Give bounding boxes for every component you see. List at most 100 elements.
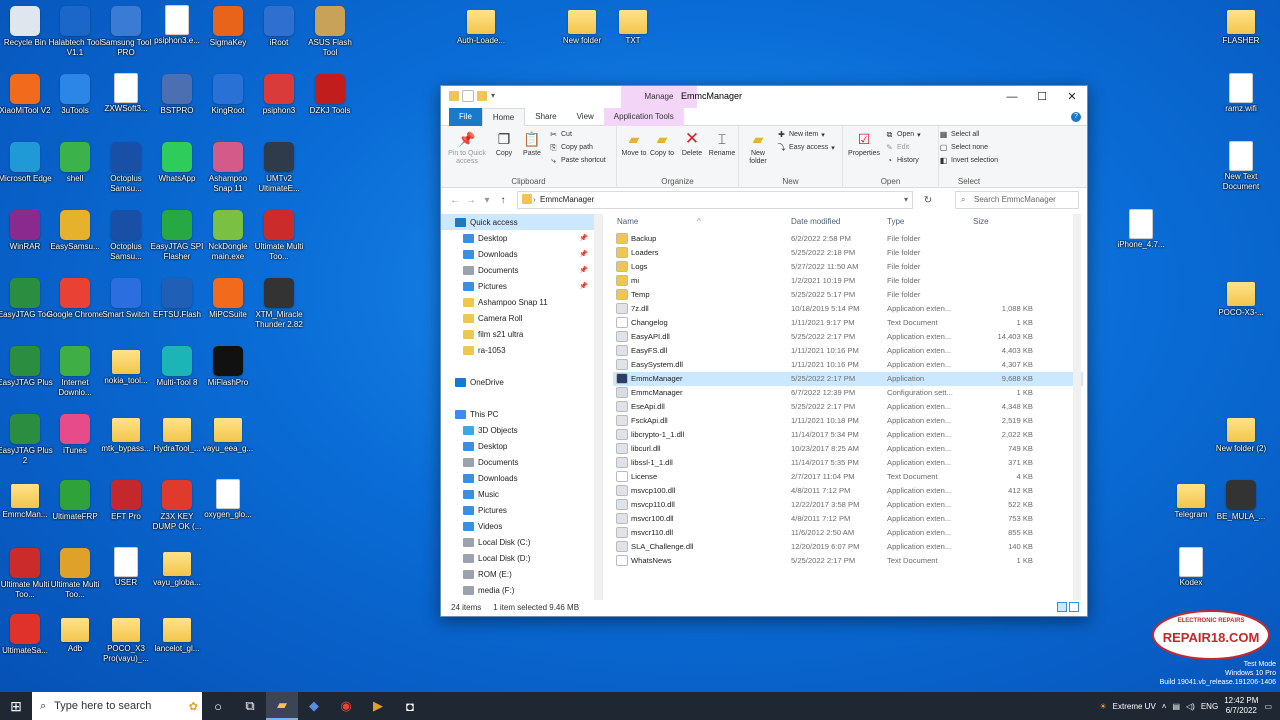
file-row[interactable]: Logs 5/27/2022 11:50 AM File folder xyxy=(613,260,1083,274)
maximize-button[interactable]: ☐ xyxy=(1027,86,1057,108)
file-row[interactable]: Loaders 5/25/2022 2:18 PM File folder xyxy=(613,246,1083,260)
task-view-button[interactable]: ⧉ xyxy=(234,692,266,720)
nav-item[interactable]: Local Disk (D:) xyxy=(441,550,602,566)
desktop-icon[interactable]: MiPCSuite xyxy=(199,278,257,342)
new-item-button[interactable]: ✚ New item ▾ xyxy=(777,130,825,139)
select-none-button[interactable]: ▢ Select none xyxy=(939,143,988,152)
tab-home[interactable]: Home xyxy=(481,107,526,126)
tab-view[interactable]: View xyxy=(567,108,604,126)
file-row[interactable]: EmmcManager 6/7/2022 12:39 PM Configuratio… xyxy=(613,386,1083,400)
desktop-icon[interactable]: Google Chrome xyxy=(46,278,104,342)
weather-text[interactable]: Extreme UV xyxy=(1113,702,1156,711)
taskbar-file-explorer[interactable]: ▰ xyxy=(266,692,298,720)
new-folder-button[interactable]: ▰ New folder xyxy=(743,130,773,166)
tab-file[interactable]: File xyxy=(449,107,482,126)
quick-access-toolbar[interactable]: ▾ xyxy=(449,91,501,101)
column-size[interactable]: Size xyxy=(973,217,989,226)
desktop-icon[interactable]: UltimateFRP xyxy=(46,480,104,544)
desktop-icon[interactable]: Octoplus Samsu... xyxy=(97,142,155,206)
file-explorer-window[interactable]: ▾ Manage EmmcManager — ☐ ✕ File Home Sha… xyxy=(440,85,1088,617)
desktop-icon[interactable]: oxygen_glo... xyxy=(199,480,257,544)
desktop-icon[interactable]: SigmaKey xyxy=(199,6,257,70)
edit-button[interactable]: ✎ Edit xyxy=(885,143,909,152)
help-icon[interactable]: ? xyxy=(1071,112,1081,122)
desktop-icon[interactable]: POCO-X3-... xyxy=(1212,278,1270,342)
rename-button[interactable]: ⌶ Rename xyxy=(707,130,737,158)
desktop-icon[interactable]: shell xyxy=(46,142,104,206)
file-row[interactable]: libcurl.dll 10/23/2017 8:25 AM Application… xyxy=(613,442,1083,456)
desktop-icon[interactable]: Samsung Tool PRO xyxy=(97,6,155,70)
desktop-icon[interactable]: New Text Document xyxy=(1212,142,1270,206)
desktop-icon[interactable]: ZXWSoft3... xyxy=(97,74,155,138)
desktop-icon[interactable]: Smart Switch xyxy=(97,278,155,342)
desktop-icon[interactable]: EFTSU.Flash xyxy=(148,278,206,342)
select-all-button[interactable]: ▦ Select all xyxy=(939,130,980,139)
chevron-down-icon[interactable]: ▾ xyxy=(491,91,501,101)
nav-item[interactable]: Ashampoo Snap 11 xyxy=(441,294,602,310)
forward-button[interactable]: → xyxy=(463,195,479,206)
open-button[interactable]: ⧉ Open ▾ xyxy=(885,130,921,139)
navigation-pane[interactable]: Quick access Desktop 📌 Downloads 📌 Documents 📌… xyxy=(441,214,603,600)
taskbar-chrome[interactable]: ◉ xyxy=(330,692,362,720)
desktop-icon[interactable]: psiphon3 xyxy=(250,74,308,138)
desktop-icon[interactable]: Ultimate Multi Too... xyxy=(46,548,104,612)
close-button[interactable]: ✕ xyxy=(1057,86,1087,108)
nav-item[interactable]: Videos xyxy=(441,518,602,534)
new-folder-icon[interactable] xyxy=(477,91,487,101)
cortana-button[interactable]: ○ xyxy=(202,692,234,720)
desktop-icon[interactable]: New folder xyxy=(553,6,611,70)
delete-button[interactable]: ✕ Delete xyxy=(679,130,705,158)
volume-icon[interactable]: ◁) xyxy=(1186,702,1195,711)
desktop-icon[interactable]: EasySamsu... xyxy=(46,210,104,274)
file-row[interactable]: EmmcManager 5/25/2022 2:17 PM Application 9… xyxy=(613,372,1083,386)
file-row[interactable]: msvcr110.dll 11/6/2012 2:50 AM Application… xyxy=(613,526,1083,540)
desktop-icon[interactable]: Halabtech Tool V1.1 xyxy=(46,6,104,70)
nav-item[interactable]: 3D Objects xyxy=(441,422,602,438)
desktop-icon[interactable]: BE_MULA_... xyxy=(1212,480,1270,544)
paste-button[interactable]: 📋 Paste xyxy=(519,130,545,158)
desktop-icon[interactable]: NckDongle main.exe xyxy=(199,210,257,274)
desktop-icon[interactable]: lancelot_gl... xyxy=(148,614,206,678)
desktop-icon[interactable]: KingRoot xyxy=(199,74,257,138)
nav-item[interactable]: Desktop 📌 xyxy=(441,230,602,246)
desktop-icon[interactable]: 3uTools xyxy=(46,74,104,138)
back-button[interactable]: ← xyxy=(447,195,463,206)
file-row[interactable]: libcrypto-1_1.dll 11/14/2017 5:34 PM Appli… xyxy=(613,428,1083,442)
desktop-icon[interactable]: Adb xyxy=(46,614,104,678)
desktop-icon[interactable]: BSTPRO xyxy=(148,74,206,138)
refresh-icon[interactable]: ↻ xyxy=(919,195,937,206)
nav-item[interactable]: Downloads xyxy=(441,470,602,486)
file-list-scrollbar[interactable] xyxy=(1073,214,1081,600)
taskbar-search[interactable]: ⌕ Type here to search ✿ xyxy=(32,692,202,720)
language-indicator[interactable]: ENG xyxy=(1201,702,1218,711)
file-row[interactable]: Temp 5/25/2022 5:17 PM File folder xyxy=(613,288,1083,302)
tab-application-tools[interactable]: Application Tools xyxy=(603,107,684,126)
desktop-icon[interactable]: EasyJTAG SPI Flasher xyxy=(148,210,206,274)
file-row[interactable]: EasyAPI.dll 5/25/2022 2:17 PM Application … xyxy=(613,330,1083,344)
taskbar-media[interactable]: ▶ xyxy=(362,692,394,720)
file-row[interactable]: WhatsNews 5/25/2022 2:17 PM Text Document 1… xyxy=(613,554,1083,568)
desktop-icon[interactable]: FLASHER xyxy=(1212,6,1270,70)
nav-item[interactable]: Desktop xyxy=(441,438,602,454)
network-icon[interactable]: ▤ xyxy=(1172,702,1180,711)
desktop-icon[interactable]: UMTv2 UltimateE... xyxy=(250,142,308,206)
chevron-down-icon[interactable]: ▾ xyxy=(904,192,908,208)
nav-item[interactable]: Documents 📌 xyxy=(441,262,602,278)
desktop-icon[interactable]: vayu_globa... xyxy=(148,548,206,612)
clock[interactable]: 12:42 PM 6/7/2022 xyxy=(1224,696,1258,716)
file-row[interactable]: License 2/7/2017 11:04 PM Text Document 4 K… xyxy=(613,470,1083,484)
nav-item[interactable]: ra-1053 xyxy=(441,342,602,358)
copy-button[interactable]: ❐ Copy xyxy=(491,130,517,158)
cut-button[interactable]: ✂ Cut xyxy=(549,130,572,139)
nav-item[interactable]: media (F:) xyxy=(441,582,602,598)
desktop-icon[interactable]: iTunes xyxy=(46,414,104,478)
up-button[interactable]: ↑ xyxy=(495,195,511,206)
properties-button[interactable]: ☑ Properties xyxy=(845,130,883,158)
desktop-icon[interactable]: POCO_X3 Pro(vayu)_... xyxy=(97,614,155,678)
desktop-icon[interactable]: New folder (2) xyxy=(1212,414,1270,478)
desktop-icon[interactable]: TXT xyxy=(604,6,662,70)
address-bar[interactable]: › EmmcManager ▾ xyxy=(517,191,913,209)
paste-shortcut-button[interactable]: ⤷ Paste shortcut xyxy=(549,156,606,165)
search-input[interactable]: ⌕ Search EmmcManager xyxy=(955,191,1079,209)
desktop-icon[interactable]: HydraTool_... xyxy=(148,414,206,478)
